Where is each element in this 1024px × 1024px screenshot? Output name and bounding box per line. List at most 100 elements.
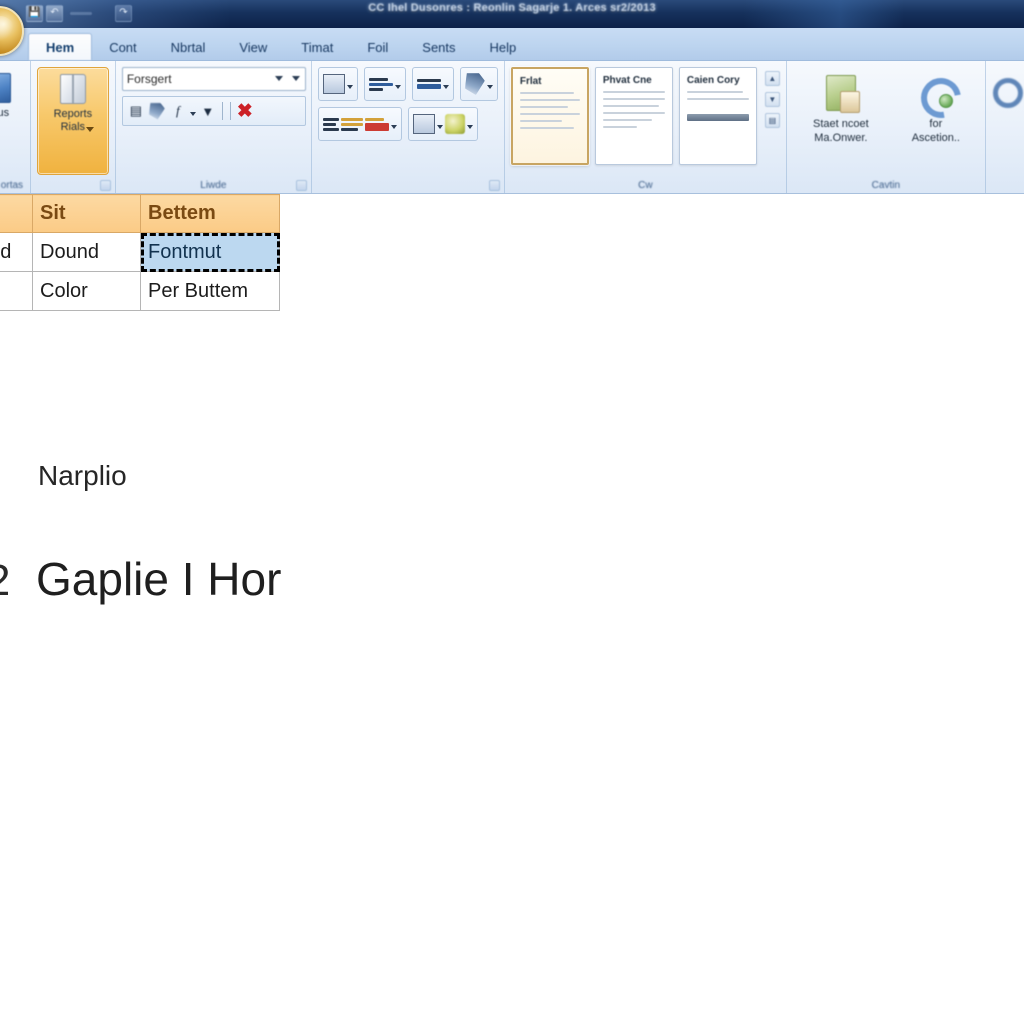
gallery-card-frlat[interactable]: Frlat [510, 67, 589, 165]
tab-help[interactable]: Help [473, 35, 534, 60]
tab-foil[interactable]: Foil [350, 35, 405, 60]
align-center-icon[interactable] [363, 67, 406, 101]
group-body [992, 67, 1023, 177]
ribbon-group-views: Reports Rials [31, 61, 116, 193]
for-ascetion-button[interactable]: for Ascetion.. [893, 67, 979, 145]
table-cell[interactable]: Color [32, 271, 141, 311]
gallery-card-title: Caien Cory [686, 75, 740, 86]
chevron-down-icon[interactable] [274, 76, 283, 81]
staet-ncoet-button[interactable]: Staet ncoet Ma.Onwer. [793, 67, 889, 145]
scroll-down-icon[interactable]: ▼ [764, 92, 780, 107]
group-body: Forsgert ▤ f ▼ ✖ [121, 67, 306, 177]
ribbon-group-paragraph [312, 61, 505, 193]
table-cell[interactable]: Dound [32, 232, 141, 272]
tab-timat[interactable]: Timat [284, 35, 350, 60]
gallery-card-phvat-cne[interactable]: Phvat Cne [594, 67, 673, 165]
group-body: Reports Rials [36, 67, 109, 177]
clipped-left-button[interactable]: ctus [0, 67, 18, 120]
tab-nbrtal[interactable]: Nbrtal [154, 35, 223, 60]
group-body: ctus [0, 67, 24, 177]
gallery-card-title: Frlat [519, 76, 542, 87]
tab-sents[interactable]: Sents [405, 35, 472, 60]
for-ascetion-label: for Ascetion.. [911, 118, 960, 144]
shape-icon[interactable] [148, 101, 166, 121]
list-item-text: Narplio [38, 460, 127, 491]
tab-label: Help [489, 40, 517, 55]
group-label-controls: Cavtin [871, 179, 901, 191]
paragraph-row-1 [317, 67, 498, 101]
table-row: hed Dound Fontmut [0, 232, 280, 272]
heading-item[interactable]: 2. Gaplie I Hor [0, 552, 281, 606]
list-icon[interactable]: ▤ [127, 101, 145, 121]
font-dialog-launcher-icon[interactable] [295, 180, 307, 191]
format-painter-icon[interactable] [459, 67, 498, 101]
gallery-scrollbar[interactable]: ▲ ▼ ▤ [764, 67, 780, 128]
green-document-icon [821, 73, 861, 113]
toolbar-divider [221, 102, 223, 120]
table-header-row: Sit Bettem [0, 194, 280, 233]
paragraph-fill-group[interactable] [317, 107, 402, 141]
group-label-views [37, 177, 109, 193]
font-combo-box[interactable]: Forsgert [121, 67, 306, 91]
align-left-icon[interactable] [317, 67, 358, 101]
reports-rials-button[interactable]: Reports Rials [36, 67, 109, 175]
gallery-card-caien-cory[interactable]: Caien Cory [678, 67, 757, 165]
book-icon [56, 72, 90, 106]
group-body [317, 67, 498, 177]
tab-hem[interactable]: Hem [28, 33, 93, 60]
table-cell[interactable] [0, 271, 33, 311]
scroll-up-icon[interactable]: ▲ [764, 71, 780, 86]
table-cell[interactable]: hed [0, 232, 33, 272]
table-region: Sit Bettem hed Dound Fontmut Color Per B… [0, 194, 1024, 311]
document-body[interactable]: ) Narplio 2. Gaplie I Hor [0, 330, 1024, 1024]
list-marker: ) [0, 461, 8, 492]
ribbon-group-gallery: Frlat Phvat Cne Caien Cory ▲ ▼ ▤ Cw [505, 61, 787, 193]
paragraph-dialog-launcher-icon[interactable] [488, 180, 500, 191]
tab-label: Cont [109, 40, 137, 55]
table-row: Color Per Buttem [0, 271, 280, 311]
chevron-down-icon[interactable] [189, 112, 196, 116]
window-title: CC Ihel Dusonres : Reonlin Sagarje 1. Ar… [368, 2, 656, 14]
tab-label: Timat [301, 40, 334, 55]
delete-icon[interactable]: ✖ [236, 101, 254, 122]
table-cell-selected[interactable]: Fontmut [140, 232, 280, 272]
toolbar-divider-2 [229, 102, 231, 120]
document-blue-icon [0, 71, 16, 105]
tab-cont[interactable]: Cont [92, 35, 153, 60]
gallery-more-icon[interactable]: ▤ [764, 113, 780, 128]
italic-icon[interactable]: f [169, 101, 187, 121]
group-body: Frlat Phvat Cne Caien Cory ▲ ▼ ▤ [510, 67, 780, 177]
table-cell[interactable]: Per Buttem [140, 271, 280, 311]
group-body: Staet ncoet Ma.Onwer. for Ascetion.. [793, 67, 979, 177]
paragraph-controls [317, 67, 498, 141]
table-header-cell-bettem[interactable]: Bettem [140, 194, 280, 233]
group-label-font: Liwde [200, 179, 227, 191]
paragraph-row-2 [317, 107, 498, 141]
title-bar: 💾 ↶ ↷ CC Ihel Dusonres : Reonlin Sagarje… [0, 0, 1024, 28]
table-header-cell-sit[interactable]: Sit [32, 194, 141, 233]
group-label-paragraph [318, 177, 498, 193]
font-combo-value: Forsgert [126, 72, 172, 86]
tab-view[interactable]: View [222, 35, 284, 60]
font-mini-toolbar: ▤ f ▼ ✖ [121, 96, 306, 126]
reports-rials-label: Reports Rials [53, 108, 93, 133]
fill-dropdown-icon[interactable]: ▼ [199, 101, 217, 121]
data-table: Sit Bettem hed Dound Fontmut Color Per B… [0, 194, 280, 311]
ribbon-tab-strip: Hem Cont Nbrtal View Timat Foil Sents He… [0, 28, 1024, 61]
search-icon [988, 73, 1024, 113]
chevron-down-icon-secondary[interactable] [291, 76, 300, 81]
views-dialog-launcher-icon[interactable] [99, 180, 111, 191]
table-header-cell-blank[interactable] [0, 194, 33, 233]
ribbon-group-clipped-right [986, 61, 1024, 193]
align-bottom-icon[interactable] [411, 67, 454, 101]
gallery-card-title: Phvat Cne [602, 75, 652, 86]
clipped-right-button[interactable] [988, 67, 1024, 117]
ribbon-group-font: Forsgert ▤ f ▼ ✖ Liwde [116, 61, 312, 193]
application-window: 💾 ↶ ↷ CC Ihel Dusonres : Reonlin Sagarje… [0, 0, 1024, 1024]
table-fill-group[interactable] [407, 107, 478, 141]
ribbon-group-controls: Staet ncoet Ma.Onwer. for Ascetion.. Cav… [787, 61, 986, 193]
heading-marker: 2. [0, 556, 8, 606]
group-label-clipped-right [992, 177, 1018, 193]
tab-label: Hem [46, 39, 75, 55]
list-item[interactable]: ) Narplio [0, 460, 127, 492]
